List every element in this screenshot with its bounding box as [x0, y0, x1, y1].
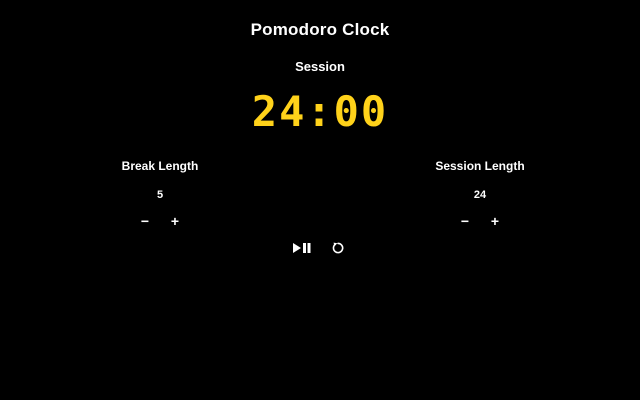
- session-length-value: 24: [473, 189, 487, 201]
- break-decrement-button[interactable]: −: [137, 212, 153, 230]
- session-length-label: Session Length: [435, 159, 525, 173]
- break-increment-button[interactable]: +: [167, 212, 183, 230]
- timer-label: Session: [295, 59, 345, 74]
- transport-controls: [0, 240, 640, 256]
- break-buttons: − +: [80, 212, 240, 230]
- reset-button[interactable]: [327, 240, 349, 256]
- break-length-label: Break Length: [121, 159, 199, 173]
- play-pause-icon: [293, 243, 311, 253]
- session-control: Session Length 24 − +: [400, 158, 560, 230]
- break-length-value: 5: [156, 189, 164, 201]
- session-decrement-button[interactable]: −: [457, 212, 473, 230]
- break-control: Break Length 5 − +: [80, 158, 240, 230]
- timer-display: 24:00: [251, 87, 389, 136]
- session-buttons: − +: [400, 212, 560, 230]
- session-increment-button[interactable]: +: [487, 212, 503, 230]
- app-title: Pomodoro Clock: [250, 20, 390, 39]
- reset-icon: [332, 242, 344, 254]
- play-pause-button[interactable]: [291, 240, 313, 256]
